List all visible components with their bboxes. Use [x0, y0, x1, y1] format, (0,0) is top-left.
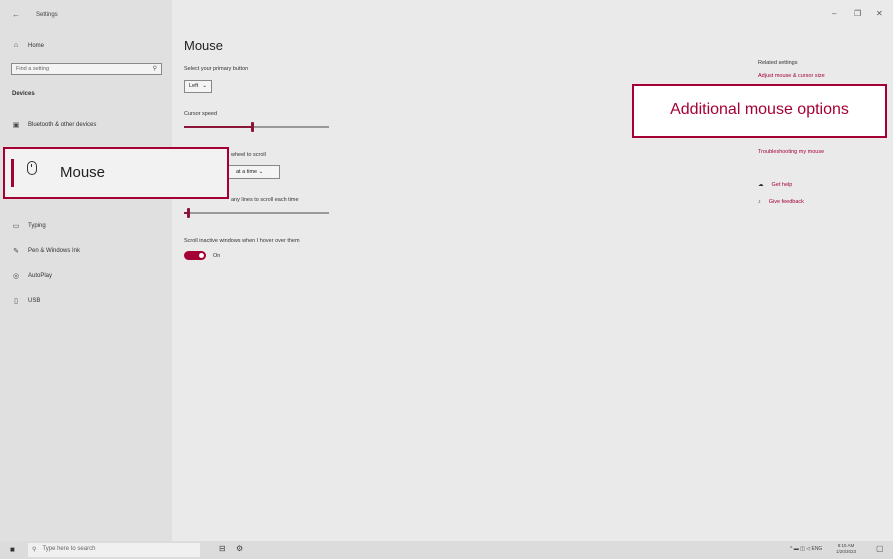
find-setting-input[interactable]: Find a setting ⚲: [11, 63, 162, 75]
wheel-scroll-value: at a time: [236, 169, 258, 175]
inactive-scroll-toggle[interactable]: [184, 251, 206, 260]
give-feedback-label: Give feedback: [768, 199, 804, 205]
mouse-callout-label: Mouse: [60, 164, 106, 181]
search-icon: ⚲: [152, 66, 157, 72]
sidebar-item-label: AutoPlay: [28, 273, 53, 279]
notification-icon[interactable]: ▢: [876, 544, 884, 553]
gear-icon[interactable]: ⚙: [236, 544, 243, 553]
keyboard-icon: ▭: [12, 223, 20, 230]
usb-icon: ▯: [14, 298, 18, 305]
chevron-down-icon: ⌄: [258, 169, 264, 175]
sidebar-item-typing[interactable]: ▭ Typing: [12, 222, 46, 230]
sidebar-item-home[interactable]: ⌂ Home: [12, 42, 44, 49]
lines-to-scroll-label: any lines to scroll each time: [231, 197, 299, 203]
additional-mouse-options-callout[interactable]: Additional mouse options: [632, 84, 887, 138]
windows-start-icon[interactable]: ■: [10, 545, 15, 554]
settings-window: ← Settings ⌂ Home Find a setting ⚲ Devic…: [0, 0, 893, 541]
close-button[interactable]: ✕: [876, 9, 883, 18]
sidebar-item-pen[interactable]: ✎ Pen & Windows Ink: [12, 247, 80, 255]
wheel-scroll-label: wheel to scroll: [231, 152, 266, 158]
get-help-link[interactable]: ☁ Get help: [758, 182, 792, 188]
get-help-label: Get help: [771, 182, 793, 188]
lines-to-scroll-thumb[interactable]: [186, 208, 190, 218]
bluetooth-devices-icon: ▣: [12, 122, 20, 129]
chevron-down-icon: ⌄: [202, 83, 207, 89]
sidebar-item-label: Bluetooth & other devices: [28, 122, 97, 128]
mouse-callout[interactable]: Mouse: [3, 147, 229, 199]
cursor-speed-label: Cursor speed: [184, 111, 218, 117]
sidebar-item-label: Pen & Windows Ink: [28, 248, 81, 254]
taskbar-search[interactable]: ⚲ Type here to search: [28, 543, 200, 557]
give-feedback-link[interactable]: ♪ Give feedback: [758, 199, 804, 205]
sidebar-item-bluetooth[interactable]: ▣ Bluetooth & other devices: [12, 121, 97, 129]
task-view-icon[interactable]: ⊟: [219, 544, 226, 553]
sidebar-item-label: USB: [28, 298, 41, 304]
taskbar-search-placeholder: Type here to search: [42, 546, 96, 552]
cursor-speed-thumb[interactable]: [250, 122, 254, 132]
lines-to-scroll-track: [184, 212, 329, 214]
search-placeholder: Find a setting: [16, 66, 50, 72]
taskbar: ■ ⚲ Type here to search ⊟ ⚙ ^ ▬ ◫ ◁ ENG …: [0, 541, 893, 559]
clock-date: 1/20/2023: [836, 549, 857, 554]
related-settings-heading: Related settings: [758, 60, 798, 66]
mouse-icon: [27, 161, 37, 175]
main-content: [172, 0, 893, 541]
minimize-button[interactable]: –: [832, 9, 836, 18]
section-heading: Devices: [12, 91, 35, 97]
primary-button-label: Select your primary button: [184, 66, 249, 72]
additional-mouse-options-label: Additional mouse options: [670, 101, 849, 118]
home-icon: ⌂: [13, 42, 19, 49]
adjust-size-link[interactable]: Adjust mouse & cursor size: [758, 73, 825, 79]
clock[interactable]: 8:15 AM 1/20/2023: [836, 543, 856, 555]
language-indicator: ENG: [811, 546, 823, 552]
cursor-speed-fill: [184, 126, 253, 128]
page-title: Mouse: [184, 38, 224, 53]
sidebar-item-label: Home: [28, 42, 45, 49]
primary-button-value: Left: [189, 83, 199, 89]
troubleshoot-link[interactable]: Troubleshooting my mouse: [758, 149, 824, 155]
inactive-scroll-label: Scroll inactive windows when I hover ove…: [184, 238, 300, 244]
toggle-state: On: [213, 253, 221, 259]
restore-button[interactable]: ❐: [854, 9, 861, 18]
pen-icon: ✎: [13, 248, 19, 255]
primary-button-dropdown[interactable]: Left ⌄: [184, 80, 212, 93]
sidebar-item-autoplay[interactable]: ◎ AutoPlay: [12, 272, 52, 280]
sidebar: ← Settings ⌂ Home Find a setting ⚲ Devic…: [0, 0, 172, 541]
sidebar-item-label: Typing: [28, 223, 46, 229]
back-arrow-icon[interactable]: ←: [12, 10, 20, 19]
system-tray[interactable]: ^ ▬ ◫ ◁ ENG: [790, 546, 822, 552]
chat-help-icon: ☁: [758, 182, 764, 188]
selection-indicator: [11, 159, 14, 187]
window-title: Settings: [36, 12, 58, 18]
sidebar-item-usb[interactable]: ▯ USB: [12, 297, 40, 305]
feedback-icon: ♪: [758, 199, 761, 205]
search-icon: ⚲: [32, 547, 37, 553]
autoplay-icon: ◎: [12, 273, 20, 280]
